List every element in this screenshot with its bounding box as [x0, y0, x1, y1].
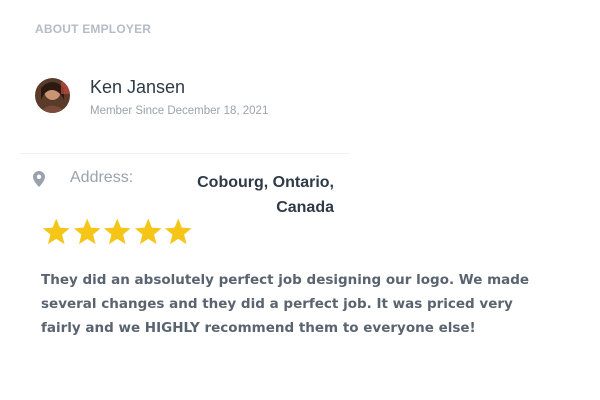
star-icon: [134, 218, 162, 245]
member-since: Member Since December 18, 2021: [90, 105, 269, 117]
star-icon: [164, 218, 192, 245]
section-heading: ABOUT EMPLOYER: [35, 22, 152, 36]
employer-profile: Ken Jansen Member Since December 18, 202…: [35, 76, 268, 117]
address-row: Address: Cobourg, Ontario, Canada: [33, 169, 343, 219]
address-label: Address:: [70, 169, 134, 186]
employer-name[interactable]: Ken Jansen: [90, 76, 268, 98]
about-employer-panel: ABOUT EMPLOYER Ken Jansen Member Since D…: [0, 0, 600, 400]
star-icon: [73, 218, 101, 245]
star-rating: [41, 216, 194, 248]
address-value: Cobourg, Ontario, Canada: [197, 174, 334, 216]
review-text: They did an absolutely perfect job desig…: [41, 272, 530, 336]
star-icon: [103, 218, 131, 245]
divider: [20, 153, 350, 154]
star-icon: [42, 218, 70, 245]
map-pin-icon: [33, 171, 45, 187]
avatar[interactable]: [35, 78, 70, 113]
